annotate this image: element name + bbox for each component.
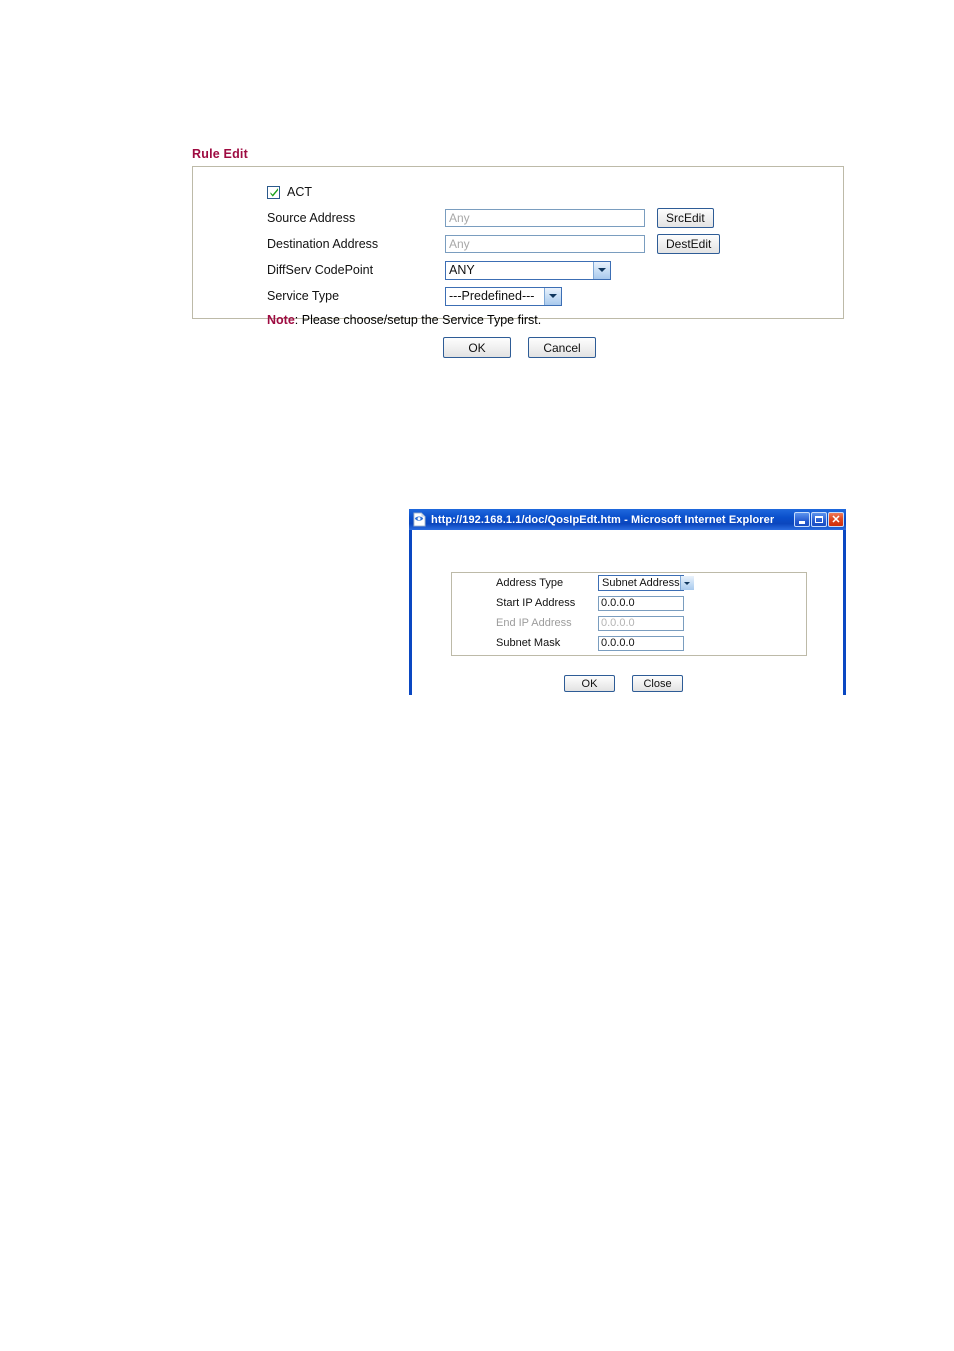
address-type-row: Address Type Subnet Address xyxy=(452,573,806,593)
address-type-label: Address Type xyxy=(496,577,564,589)
destination-address-input[interactable] xyxy=(445,235,645,253)
start-ip-label: Start IP Address xyxy=(496,597,576,609)
ok-button[interactable]: OK xyxy=(443,337,511,358)
cancel-button[interactable]: Cancel xyxy=(528,337,596,358)
minimize-button[interactable] xyxy=(794,512,810,527)
rule-edit-actions: OK Cancel xyxy=(443,337,596,358)
ie-titlebar[interactable]: http://192.168.1.1/doc/QosIpEdt.htm - Mi… xyxy=(409,509,846,530)
dialog-ok-button[interactable]: OK xyxy=(564,675,615,692)
start-ip-row: Start IP Address xyxy=(452,593,806,613)
act-label: ACT xyxy=(287,185,312,199)
service-type-select[interactable]: ---Predefined--- xyxy=(445,286,562,306)
diffserv-codepoint-label: DiffServ CodePoint xyxy=(267,263,374,277)
close-button[interactable]: ✕ xyxy=(828,512,844,527)
end-ip-row: End IP Address xyxy=(452,613,806,633)
note-prefix: Note xyxy=(267,313,295,327)
checkmark-icon xyxy=(270,187,278,197)
dialog-close-button[interactable]: Close xyxy=(632,675,683,692)
service-type-label: Service Type xyxy=(267,289,340,303)
diffserv-codepoint-value: ANY xyxy=(449,263,475,277)
destination-address-row: Destination Address DestEdit xyxy=(193,231,843,257)
chevron-down-icon xyxy=(544,287,561,305)
source-address-row: Source Address SrcEdit xyxy=(193,205,843,231)
note-text: : Please choose/setup the Service Type f… xyxy=(294,313,542,327)
note-row: Note: Please choose/setup the Service Ty… xyxy=(193,311,843,329)
chevron-down-icon xyxy=(679,576,694,590)
start-ip-input[interactable] xyxy=(598,595,684,611)
window-controls: ✕ xyxy=(794,512,844,527)
chevron-down-icon xyxy=(593,261,610,279)
ie-content-area: Address Type Subnet Address Start IP Add… xyxy=(412,530,843,713)
end-ip-input xyxy=(598,615,684,631)
subnet-mask-label: Subnet Mask xyxy=(496,637,561,649)
end-ip-label: End IP Address xyxy=(496,617,572,629)
source-address-input[interactable] xyxy=(445,209,645,227)
page-title: Rule Edit xyxy=(192,147,248,161)
source-address-label: Source Address xyxy=(267,211,356,225)
ip-edit-panel: Address Type Subnet Address Start IP Add… xyxy=(451,572,807,656)
act-checkbox[interactable] xyxy=(267,185,280,199)
subnet-mask-row: Subnet Mask xyxy=(452,633,806,653)
diffserv-codepoint-select[interactable]: ANY xyxy=(445,260,611,280)
subnet-mask-input[interactable] xyxy=(598,635,684,651)
act-row: ACT xyxy=(193,179,843,205)
rule-edit-section: Rule Edit ACT Source Address SrcEdit Des… xyxy=(192,147,844,327)
src-edit-button[interactable]: SrcEdit xyxy=(657,208,714,228)
service-type-row: Service Type ---Predefined--- xyxy=(193,283,843,309)
rule-edit-form-box: ACT Source Address SrcEdit Destination A… xyxy=(192,166,844,327)
destination-address-label: Destination Address xyxy=(267,237,379,251)
ie-dialog-window: http://192.168.1.1/doc/QosIpEdt.htm - Mi… xyxy=(409,509,846,713)
service-type-value: ---Predefined--- xyxy=(449,289,535,303)
diffserv-codepoint-row: DiffServ CodePoint ANY xyxy=(193,257,843,283)
ie-title-text: http://192.168.1.1/doc/QosIpEdt.htm - Mi… xyxy=(431,513,775,526)
address-type-value: Subnet Address xyxy=(602,577,680,589)
dialog-actions: OK Close xyxy=(564,675,683,692)
ie-page-icon xyxy=(413,512,426,527)
dest-edit-button[interactable]: DestEdit xyxy=(657,234,721,254)
maximize-button[interactable] xyxy=(811,512,827,527)
address-type-select[interactable]: Subnet Address xyxy=(598,575,694,591)
